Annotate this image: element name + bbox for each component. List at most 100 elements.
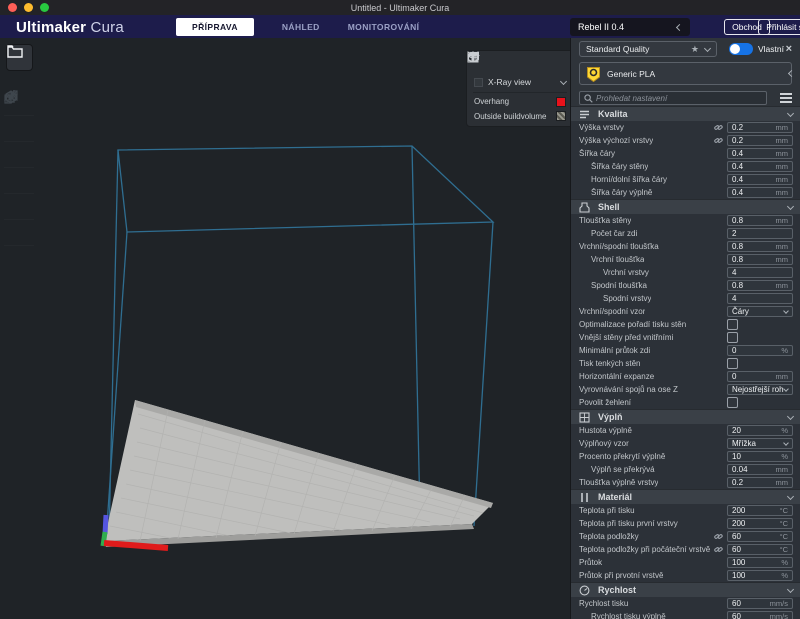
setting-value-field[interactable]: 20% (727, 425, 793, 436)
setting-label: Průtok (579, 558, 602, 567)
setting-unit: % (781, 452, 788, 461)
setting-checkbox[interactable] (727, 319, 738, 330)
titlebar: Untitled - Ultimaker Cura (0, 0, 800, 15)
settings-menu-icon[interactable] (780, 93, 792, 103)
setting-value-field[interactable]: 60°C (727, 531, 793, 542)
setting-value-field[interactable]: 60°C (727, 544, 793, 555)
infill-icon (579, 412, 590, 423)
setting-value-field[interactable]: 4 (727, 267, 793, 278)
setting-value-field[interactable]: 4 (727, 293, 793, 304)
section-header-speed[interactable]: Rychlost (571, 582, 800, 597)
setting-unit: mm (776, 188, 789, 197)
setting-value-field[interactable]: 0.4mm (727, 174, 793, 185)
setting-dropdown[interactable]: Mřížka (727, 438, 793, 449)
setting-value-field[interactable]: 10% (727, 451, 793, 462)
tab-prepare[interactable]: PŘÍPRAVA (176, 18, 254, 36)
setting-row: Hustota výplně 20% (571, 424, 800, 437)
chevron-down-icon (783, 308, 789, 314)
setting-value-field[interactable]: 0mm (727, 371, 793, 382)
scale-tool-button[interactable] (4, 116, 34, 142)
close-window-button[interactable] (8, 3, 17, 12)
setting-checkbox[interactable] (727, 397, 738, 408)
setting-value-field[interactable]: 60mm/s (727, 611, 793, 619)
setting-value: 0.2 (732, 123, 743, 132)
setting-label: Rychlost tisku (579, 599, 628, 608)
section-header-infill[interactable]: Výplň (571, 409, 800, 424)
setting-value: 0.4 (732, 149, 743, 158)
setting-label: Počet čar zdi (591, 229, 637, 238)
close-icon[interactable]: × (786, 44, 792, 55)
setting-checkbox[interactable] (727, 358, 738, 369)
setting-label: Hustota výplně (579, 426, 632, 435)
setting-row: Tisk tenkých stěn (571, 357, 800, 370)
setting-value-field[interactable]: 2 (727, 228, 793, 239)
open-file-button[interactable] (6, 44, 33, 71)
view-front-icon[interactable] (489, 56, 502, 69)
setting-value-field[interactable]: 100% (727, 570, 793, 581)
setting-label: Teplota podložky (579, 532, 639, 541)
view-right-icon[interactable] (538, 56, 551, 69)
setting-value-field[interactable]: 0.2mm (727, 135, 793, 146)
setting-value-field[interactable]: 0.2mm (727, 122, 793, 133)
setting-value-field[interactable]: 0.8mm (727, 280, 793, 291)
setting-label: Procento překrytí výplně (579, 452, 665, 461)
profile-dropdown[interactable]: Standard Quality ★ (579, 41, 717, 57)
setting-value-field[interactable]: 0.04mm (727, 464, 793, 475)
setting-row: Teplota při tisku první vrstvy200°C (571, 517, 800, 530)
setting-row: Průtok při prvotní vrstvě 100% (571, 569, 800, 582)
mirror-tool-button[interactable] (4, 168, 34, 194)
settings-search[interactable] (579, 91, 767, 105)
support-blocker-button[interactable] (4, 220, 34, 246)
tab-monitor[interactable]: MONITOROVÁNÍ (334, 18, 434, 36)
setting-value-field[interactable]: 0.2mm (727, 477, 793, 488)
app-logo: Ultimaker Cura (16, 19, 124, 36)
section-header-shell[interactable]: Shell (571, 199, 800, 214)
per-model-settings-button[interactable] (4, 194, 34, 220)
setting-label: Horní/dolní šířka čáry (591, 175, 667, 184)
overhang-color-swatch (556, 97, 566, 107)
setting-value-field[interactable]: 0.4mm (727, 161, 793, 172)
viewport-3d[interactable]: X-Ray view Overhang Outside buildvolume (0, 38, 570, 619)
setting-value-field[interactable]: 0.8mm (727, 215, 793, 226)
setting-value-field[interactable]: 200°C (727, 518, 793, 529)
setting-value-field[interactable]: 0.4mm (727, 187, 793, 198)
view-top-icon[interactable] (505, 56, 518, 69)
setting-value-field[interactable]: 100% (727, 557, 793, 568)
setting-value: 200 (732, 519, 745, 528)
section-header-material[interactable]: Materiál (571, 489, 800, 504)
view-left-icon[interactable] (522, 56, 535, 69)
signin-button[interactable]: Přihlásit se (758, 19, 800, 35)
view-eye-icon[interactable] (554, 56, 567, 69)
setting-dropdown[interactable]: Čáry (727, 306, 793, 317)
rotate-tool-button[interactable] (4, 142, 34, 168)
setting-value-field[interactable]: 0% (727, 345, 793, 356)
setting-label: Rychlost tisku výplně (591, 612, 666, 619)
setting-unit: % (781, 346, 788, 355)
material-selector[interactable]: Generic PLA (579, 62, 792, 85)
setting-value-field[interactable]: 200°C (727, 505, 793, 516)
link-icon (714, 123, 723, 132)
search-input[interactable] (596, 94, 756, 103)
section-header-quality[interactable]: Kvalita (571, 106, 800, 121)
setting-unit: °C (780, 545, 788, 554)
setting-checkbox[interactable] (727, 332, 738, 343)
setting-unit: mm/s (770, 599, 788, 608)
zoom-window-button[interactable] (40, 3, 49, 12)
setting-label: Průtok při prvotní vrstvě (579, 571, 663, 580)
setting-dropdown[interactable]: Nejostřejší roh (727, 384, 793, 395)
minimize-window-button[interactable] (24, 3, 33, 12)
setting-row: Teplota podložky při počáteční vrstvě60°… (571, 543, 800, 556)
link-icon (714, 136, 723, 145)
view-mode-dropdown[interactable]: X-Ray view (473, 75, 567, 93)
setting-unit: mm (776, 465, 789, 474)
setting-value-field[interactable]: 60mm/s (727, 598, 793, 609)
setting-value-field[interactable]: 0.8mm (727, 254, 793, 265)
tab-preview[interactable]: NÁHLED (268, 18, 334, 36)
setting-unit: mm (776, 216, 789, 225)
printer-selector[interactable]: Rebel II 0.4 (570, 18, 690, 36)
custom-mode-toggle[interactable] (729, 43, 753, 55)
setting-value-field[interactable]: 0.4mm (727, 148, 793, 159)
setting-value-field[interactable]: 0.8mm (727, 241, 793, 252)
setting-value: 0.8 (732, 281, 743, 290)
setting-row: Horizontální expanze0mm (571, 370, 800, 383)
